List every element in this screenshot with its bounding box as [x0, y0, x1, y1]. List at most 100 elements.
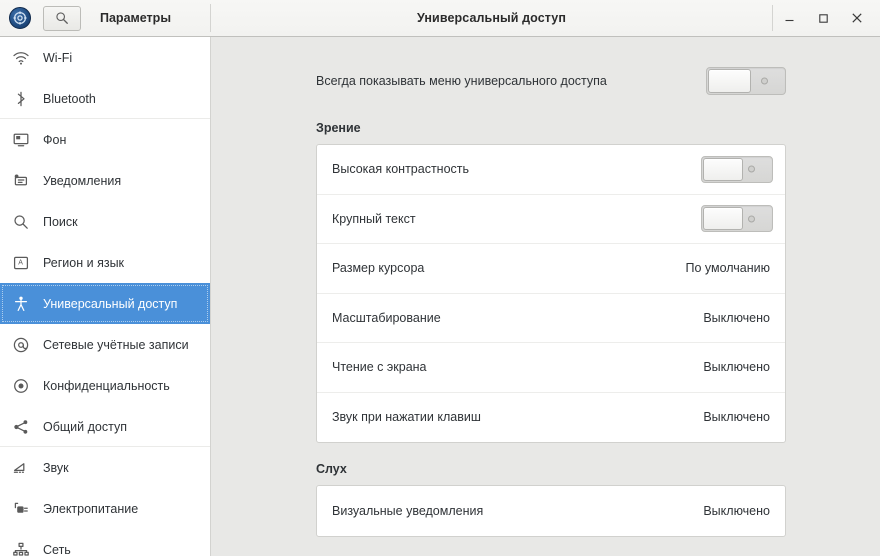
- sidebar-item-label: Конфиденциальность: [43, 379, 170, 393]
- notifications-icon: [10, 170, 32, 192]
- sidebar-item-звук[interactable]: Звук: [0, 447, 210, 488]
- always-show-menu-row[interactable]: Всегда показывать меню универсального до…: [316, 60, 786, 102]
- online-accounts-at-icon: [12, 336, 30, 354]
- row-value: По умолчанию: [685, 261, 770, 275]
- sidebar-panel-title: Параметры: [100, 11, 171, 25]
- sidebar-item-label: Сеть: [43, 543, 71, 556]
- switch-knob: [703, 158, 743, 181]
- sidebar-item-label: Bluetooth: [43, 92, 96, 106]
- sharing-share-icon: [10, 416, 32, 438]
- always-show-menu-label: Всегда показывать меню универсального до…: [316, 74, 607, 88]
- sidebar-item-label: Wi-Fi: [43, 51, 72, 65]
- search-button[interactable]: [43, 6, 81, 31]
- sidebar-item-конфиденциальность[interactable]: Конфиденциальность: [0, 365, 210, 406]
- switch-knob: [708, 69, 751, 93]
- maximize-button[interactable]: [806, 0, 840, 36]
- sidebar-item-поиск[interactable]: Поиск: [0, 201, 210, 242]
- settings-row[interactable]: Звук при нажатии клавиш Выключено: [317, 393, 785, 443]
- online-accounts-at-icon: [10, 334, 32, 356]
- background-image-icon: [12, 131, 30, 149]
- region-language-icon: A: [10, 252, 32, 274]
- settings-row[interactable]: Высокая контрастность: [317, 145, 785, 195]
- svg-text:A: A: [18, 259, 23, 266]
- privacy-shutter-icon: [10, 375, 32, 397]
- window-headerbar: Параметры Универсальный доступ: [0, 0, 880, 37]
- power-plug-icon: [10, 498, 32, 520]
- settings-row[interactable]: Масштабирование Выключено: [317, 294, 785, 344]
- accessibility-panel: Всегда показывать меню универсального до…: [211, 37, 880, 556]
- accessibility-icon: [12, 295, 30, 313]
- sidebar-item-label: Общий доступ: [43, 420, 127, 434]
- headerbar-title-section: Универсальный доступ: [211, 0, 772, 36]
- always-show-menu-switch[interactable]: [706, 67, 786, 95]
- row-value: Выключено: [703, 504, 770, 518]
- sidebar-item-bluetooth[interactable]: Bluetooth: [0, 78, 210, 119]
- row-label: Чтение с экрана: [332, 360, 427, 374]
- sidebar-item-электропитание[interactable]: Электропитание: [0, 488, 210, 529]
- settings-row[interactable]: Визуальные уведомления Выключено: [317, 486, 785, 536]
- bluetooth-icon: [12, 90, 30, 108]
- background-image-icon: [10, 129, 32, 151]
- network-icon: [10, 539, 32, 556]
- sidebar-item-label: Поиск: [43, 215, 78, 229]
- sidebar-item-label: Уведомления: [43, 174, 121, 188]
- sidebar-item-label: Звук: [43, 461, 69, 475]
- sidebar-item-сетевые-учётные-записи[interactable]: Сетевые учётные записи: [0, 324, 210, 365]
- settings-window: Параметры Универсальный доступ: [0, 0, 880, 556]
- switch-knob: [703, 207, 743, 230]
- sidebar-item-универсальный-доступ[interactable]: Универсальный доступ: [0, 283, 210, 324]
- privacy-shutter-icon: [12, 377, 30, 395]
- group-title: Зрение: [316, 121, 786, 135]
- row-toggle-switch[interactable]: [701, 205, 773, 232]
- close-button[interactable]: [840, 0, 874, 36]
- sidebar-item-label: Электропитание: [43, 502, 138, 516]
- notifications-icon: [12, 172, 30, 190]
- settings-groups: Зрение Высокая контрастность Крупный текст…: [316, 121, 786, 537]
- row-toggle-switch[interactable]: [701, 156, 773, 183]
- network-icon: [12, 541, 30, 556]
- sidebar-item-label: Универсальный доступ: [43, 297, 177, 311]
- search-icon: [10, 211, 32, 233]
- close-icon: [851, 12, 863, 24]
- settings-row[interactable]: Чтение с экранаВыключено: [317, 343, 785, 393]
- region-language-icon: A: [12, 254, 30, 272]
- window-body: Wi-Fi Bluetooth Фон Уведомления Поиск AРегион…: [0, 37, 880, 556]
- minimize-button[interactable]: [772, 0, 806, 36]
- sidebar-item-сеть[interactable]: Сеть: [0, 529, 210, 556]
- settings-gear-icon: [9, 7, 31, 29]
- row-value: Выключено: [703, 410, 770, 424]
- row-label: Визуальные уведомления: [332, 504, 483, 518]
- row-label: Масштабирование: [332, 311, 441, 325]
- search-icon: [55, 11, 69, 25]
- wifi-icon: [12, 49, 30, 67]
- sharing-share-icon: [12, 418, 30, 436]
- sidebar-item-общий-доступ[interactable]: Общий доступ: [0, 406, 210, 447]
- settings-row[interactable]: Крупный текст: [317, 195, 785, 245]
- group-title: Слух: [316, 462, 786, 476]
- settings-row[interactable]: Размер курсораПо умолчанию: [317, 244, 785, 294]
- page-title: Универсальный доступ: [417, 11, 566, 25]
- settings-list: Высокая контрастность Крупный текстРазмер…: [316, 144, 786, 443]
- sidebar-item-label: Сетевые учётные записи: [43, 338, 189, 352]
- sound-volume-icon: [12, 459, 30, 477]
- settings-sidebar: Wi-Fi Bluetooth Фон Уведомления Поиск AРегион…: [0, 37, 211, 556]
- row-label: Высокая контрастность: [332, 162, 469, 176]
- window-controls: [772, 0, 880, 36]
- power-plug-icon: [12, 500, 30, 518]
- sidebar-item-фон[interactable]: Фон: [0, 119, 210, 160]
- switch-off-indicator-icon: [761, 78, 768, 85]
- minimize-icon: [784, 13, 795, 24]
- accessibility-icon: [10, 293, 32, 315]
- settings-list: Визуальные уведомления Выключено: [316, 485, 786, 537]
- sidebar-item-wi-fi[interactable]: Wi-Fi: [0, 37, 210, 78]
- maximize-icon: [818, 13, 829, 24]
- search-icon: [12, 213, 30, 231]
- switch-off-indicator-icon: [748, 166, 755, 173]
- sidebar-item-уведомления[interactable]: Уведомления: [0, 160, 210, 201]
- sound-volume-icon: [10, 457, 32, 479]
- row-label: Звук при нажатии клавиш: [332, 410, 481, 424]
- row-value: Выключено: [703, 311, 770, 325]
- bluetooth-icon: [10, 88, 32, 110]
- wifi-icon: [10, 47, 32, 69]
- sidebar-item-регион-и-язык[interactable]: AРегион и язык: [0, 242, 210, 283]
